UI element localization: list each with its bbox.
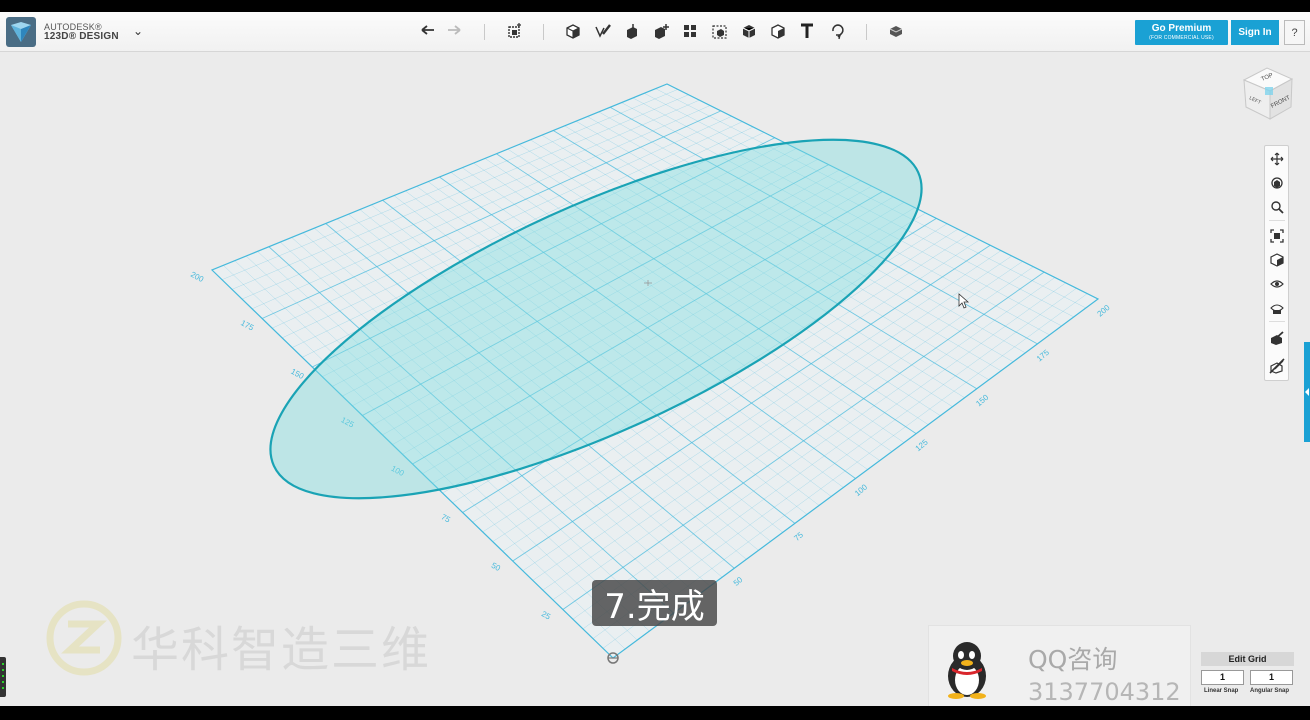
hide-sketch-icon [1269, 358, 1285, 374]
combine-icon [742, 25, 756, 38]
text-button[interactable] [796, 20, 818, 42]
snap-button[interactable] [826, 20, 848, 42]
materials-outline-button[interactable] [1268, 299, 1286, 317]
grid-tick-label: 75 [792, 530, 805, 543]
undo-button[interactable] [416, 20, 438, 42]
measure-button[interactable] [767, 20, 789, 42]
construct-button[interactable] [621, 20, 643, 42]
contact-card: QQ咨询 3137704312 [928, 625, 1191, 706]
app-logo-icon [6, 17, 36, 47]
brand-name[interactable]: AUTODESK® 123D® DESIGN [44, 22, 119, 42]
material-button[interactable] [885, 20, 907, 42]
zoom-button[interactable] [1268, 198, 1286, 216]
contact-number: 3137704312 [1028, 678, 1181, 706]
undo-icon [421, 25, 434, 35]
zoom-icon [1271, 201, 1284, 214]
viewcube-highlight [1265, 87, 1273, 95]
nav-separator [1269, 220, 1285, 221]
watermark-text: 华科智造三维 [131, 622, 432, 678]
material-icon [889, 26, 903, 37]
grid-tick-label: 200 [1096, 303, 1112, 319]
contact-title: QQ咨询 [1028, 645, 1118, 674]
pattern-button[interactable] [679, 20, 701, 42]
grid-tick-label: 150 [974, 392, 990, 408]
premium-sublabel: (FOR COMMERCIAL USE) [1149, 35, 1214, 41]
grid-tick-label: 75 [440, 512, 453, 524]
grid-tick-label: 100 [853, 482, 869, 498]
edit-grid-button[interactable]: Edit Grid [1201, 652, 1294, 666]
grid-tick-label: 50 [732, 575, 745, 588]
go-premium-button[interactable]: Go Premium (FOR COMMERCIAL USE) [1135, 20, 1228, 45]
app-window: 200 175 150 125 100 75 50 25 200 175 150 125 100 75 50… [0, 12, 1310, 706]
grid-tick-label: 200 [189, 270, 205, 284]
qq-penguin-icon [948, 642, 986, 699]
linear-snap-label: Linear Snap [1204, 688, 1239, 694]
sketch-button[interactable] [592, 20, 614, 42]
hide-sketch-button[interactable] [1268, 357, 1286, 375]
show-all-icon [1271, 331, 1284, 345]
grid-tick-label: 175 [239, 318, 255, 332]
transform-button[interactable] [504, 20, 526, 42]
measure-icon [771, 24, 785, 39]
primitives-button[interactable] [562, 20, 584, 42]
visibility-button[interactable] [1268, 275, 1286, 293]
materials-outline-icon [1270, 304, 1284, 314]
pattern-icon [684, 25, 696, 37]
snap-icon [832, 24, 844, 40]
orbit-button[interactable] [1268, 174, 1286, 192]
toolbar-separator [543, 24, 544, 40]
angular-snap-input[interactable]: 1 [1250, 670, 1293, 685]
grid-tick-label: 175 [1035, 348, 1051, 364]
left-edge-widget[interactable] [0, 657, 6, 697]
fit-button[interactable] [1268, 227, 1286, 245]
z-logo-icon [46, 600, 122, 676]
brand-line-2: 123D® DESIGN [44, 31, 119, 42]
primitives-icon [566, 24, 580, 39]
sketch-icon [595, 24, 611, 38]
modify-icon [655, 24, 669, 39]
fit-icon [1270, 229, 1284, 243]
help-button[interactable]: ? [1284, 20, 1305, 45]
pan-icon [1270, 152, 1284, 166]
redo-button[interactable] [444, 20, 466, 42]
collapse-arrow-icon [1305, 388, 1309, 396]
grouping-button[interactable] [709, 20, 731, 42]
eye-icon [1270, 280, 1284, 288]
grid-tick-label: 125 [914, 437, 930, 453]
transform-icon [508, 23, 521, 38]
view-cube[interactable]: TOP LEFT FRONT [1240, 64, 1296, 122]
grid-tick-label: 150 [289, 367, 305, 381]
navigation-bar [1264, 145, 1289, 381]
orbit-icon [1271, 177, 1283, 189]
construct-icon [627, 24, 637, 39]
view-mode-button[interactable] [1268, 251, 1286, 269]
show-all-button[interactable] [1268, 329, 1286, 347]
combine-button[interactable] [738, 20, 760, 42]
nav-separator [1269, 321, 1285, 322]
modify-button[interactable] [650, 20, 672, 42]
redo-icon [448, 25, 461, 35]
grid-tick-label: 25 [540, 609, 553, 621]
linear-snap-input[interactable]: 1 [1201, 670, 1244, 685]
toolbar-separator [484, 24, 485, 40]
video-caption: 7.完成 [592, 580, 717, 627]
chevron-down-icon[interactable]: ⌄ [133, 24, 143, 38]
main-toolbar: AUTODESK® 123D® DESIGN ⌄ Go Premium (FOR… [0, 12, 1310, 52]
sign-in-button[interactable]: Sign In [1231, 20, 1279, 45]
premium-label: Go Premium [1151, 23, 1212, 34]
toolbar-separator [866, 24, 867, 40]
text-icon [801, 23, 813, 38]
angular-snap-label: Angular Snap [1250, 688, 1290, 694]
view-mode-icon [1270, 253, 1284, 267]
pan-button[interactable] [1268, 150, 1286, 168]
grid-tick-label: 50 [490, 561, 503, 573]
grouping-icon [712, 25, 727, 39]
